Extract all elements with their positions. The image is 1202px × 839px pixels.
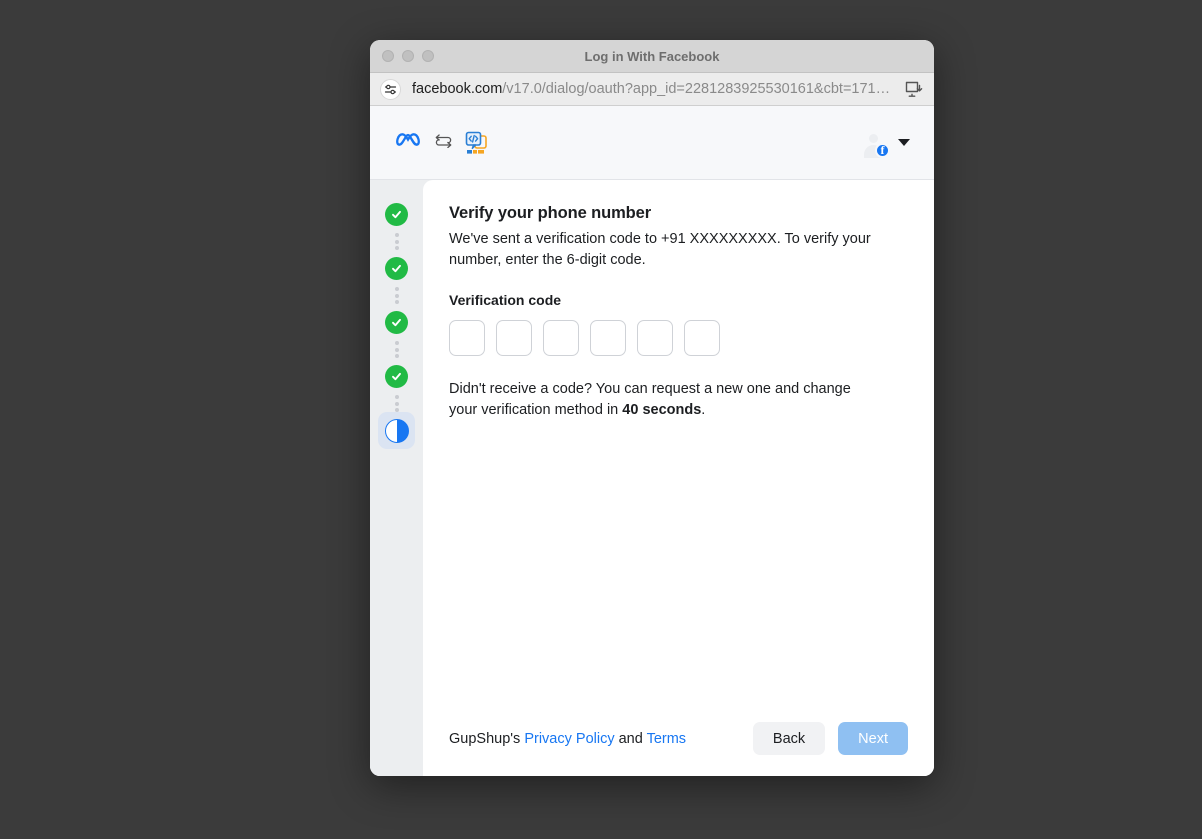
terms-link[interactable]: Terms (647, 731, 686, 747)
legal-text: GupShup's Privacy Policy and Terms (449, 731, 686, 747)
code-digit-1[interactable] (449, 320, 485, 357)
verification-code-inputs (449, 320, 908, 357)
code-digit-5[interactable] (637, 320, 673, 357)
code-digit-4[interactable] (590, 320, 626, 357)
gupshup-logo (465, 131, 487, 155)
step-2 (378, 250, 415, 287)
back-button[interactable]: Back (752, 722, 826, 755)
step-connector (394, 395, 399, 412)
code-digit-2[interactable] (496, 320, 532, 357)
footer-actions: Back Next (752, 722, 908, 755)
card-footer: GupShup's Privacy Policy and Terms Back … (449, 712, 908, 776)
brand-row (396, 131, 487, 155)
check-icon (385, 203, 408, 226)
sliders-icon[interactable] (380, 78, 401, 100)
maximize-button[interactable] (422, 50, 434, 62)
url-bar[interactable]: facebook.com/v17.0/dialog/oauth?app_id=2… (370, 73, 934, 106)
legal-prefix: GupShup's (449, 730, 525, 747)
check-icon (385, 311, 408, 334)
progress-stepper (370, 180, 423, 776)
facebook-header: f (370, 106, 934, 180)
content-card: Verify your phone number We've sent a ve… (423, 180, 934, 776)
resend-info: Didn't receive a code? You can request a… (449, 379, 869, 420)
step-5-current (378, 412, 415, 449)
url-domain: facebook.com (412, 81, 503, 97)
sync-arrows-icon (435, 133, 452, 153)
browser-window: Log in With Facebook facebook.com/v17.0/… (370, 40, 934, 776)
legal-middle: and (614, 730, 647, 747)
check-icon (385, 365, 408, 388)
url-path: /v17.0/dialog/oauth?app_id=2281283925530… (502, 81, 891, 97)
page-title: Verify your phone number (449, 204, 652, 222)
minimize-button[interactable] (402, 50, 414, 62)
chevron-down-icon[interactable] (898, 139, 910, 146)
step-connector (394, 287, 399, 304)
privacy-policy-link[interactable]: Privacy Policy (524, 731, 614, 747)
step-connector (394, 341, 399, 358)
screen-download-icon[interactable] (904, 79, 924, 99)
traffic-lights (382, 50, 434, 62)
close-button[interactable] (382, 50, 394, 62)
code-digit-6[interactable] (684, 320, 720, 357)
window-titlebar: Log in With Facebook (370, 40, 934, 73)
dialog-body: Verify your phone number We've sent a ve… (370, 180, 934, 776)
code-digit-3[interactable] (543, 320, 579, 357)
step-4 (378, 358, 415, 395)
avatar[interactable]: f (860, 129, 890, 158)
check-icon (385, 257, 408, 280)
window-title: Log in With Facebook (584, 48, 720, 64)
next-button[interactable]: Next (838, 722, 908, 755)
step-1 (378, 196, 415, 233)
account-menu[interactable]: f (860, 129, 910, 158)
url-text[interactable]: facebook.com/v17.0/dialog/oauth?app_id=2… (412, 81, 904, 97)
verification-code-label: Verification code (449, 292, 562, 309)
half-circle-icon (384, 418, 409, 443)
step-connector (394, 233, 399, 250)
resend-timer: 40 seconds (622, 401, 702, 418)
resend-suffix: . (701, 401, 706, 418)
step-3 (378, 304, 415, 341)
facebook-badge-icon: f (875, 143, 890, 158)
page-subtitle: We've sent a verification code to +91 XX… (449, 231, 871, 268)
meta-infinity-logo (396, 131, 422, 154)
